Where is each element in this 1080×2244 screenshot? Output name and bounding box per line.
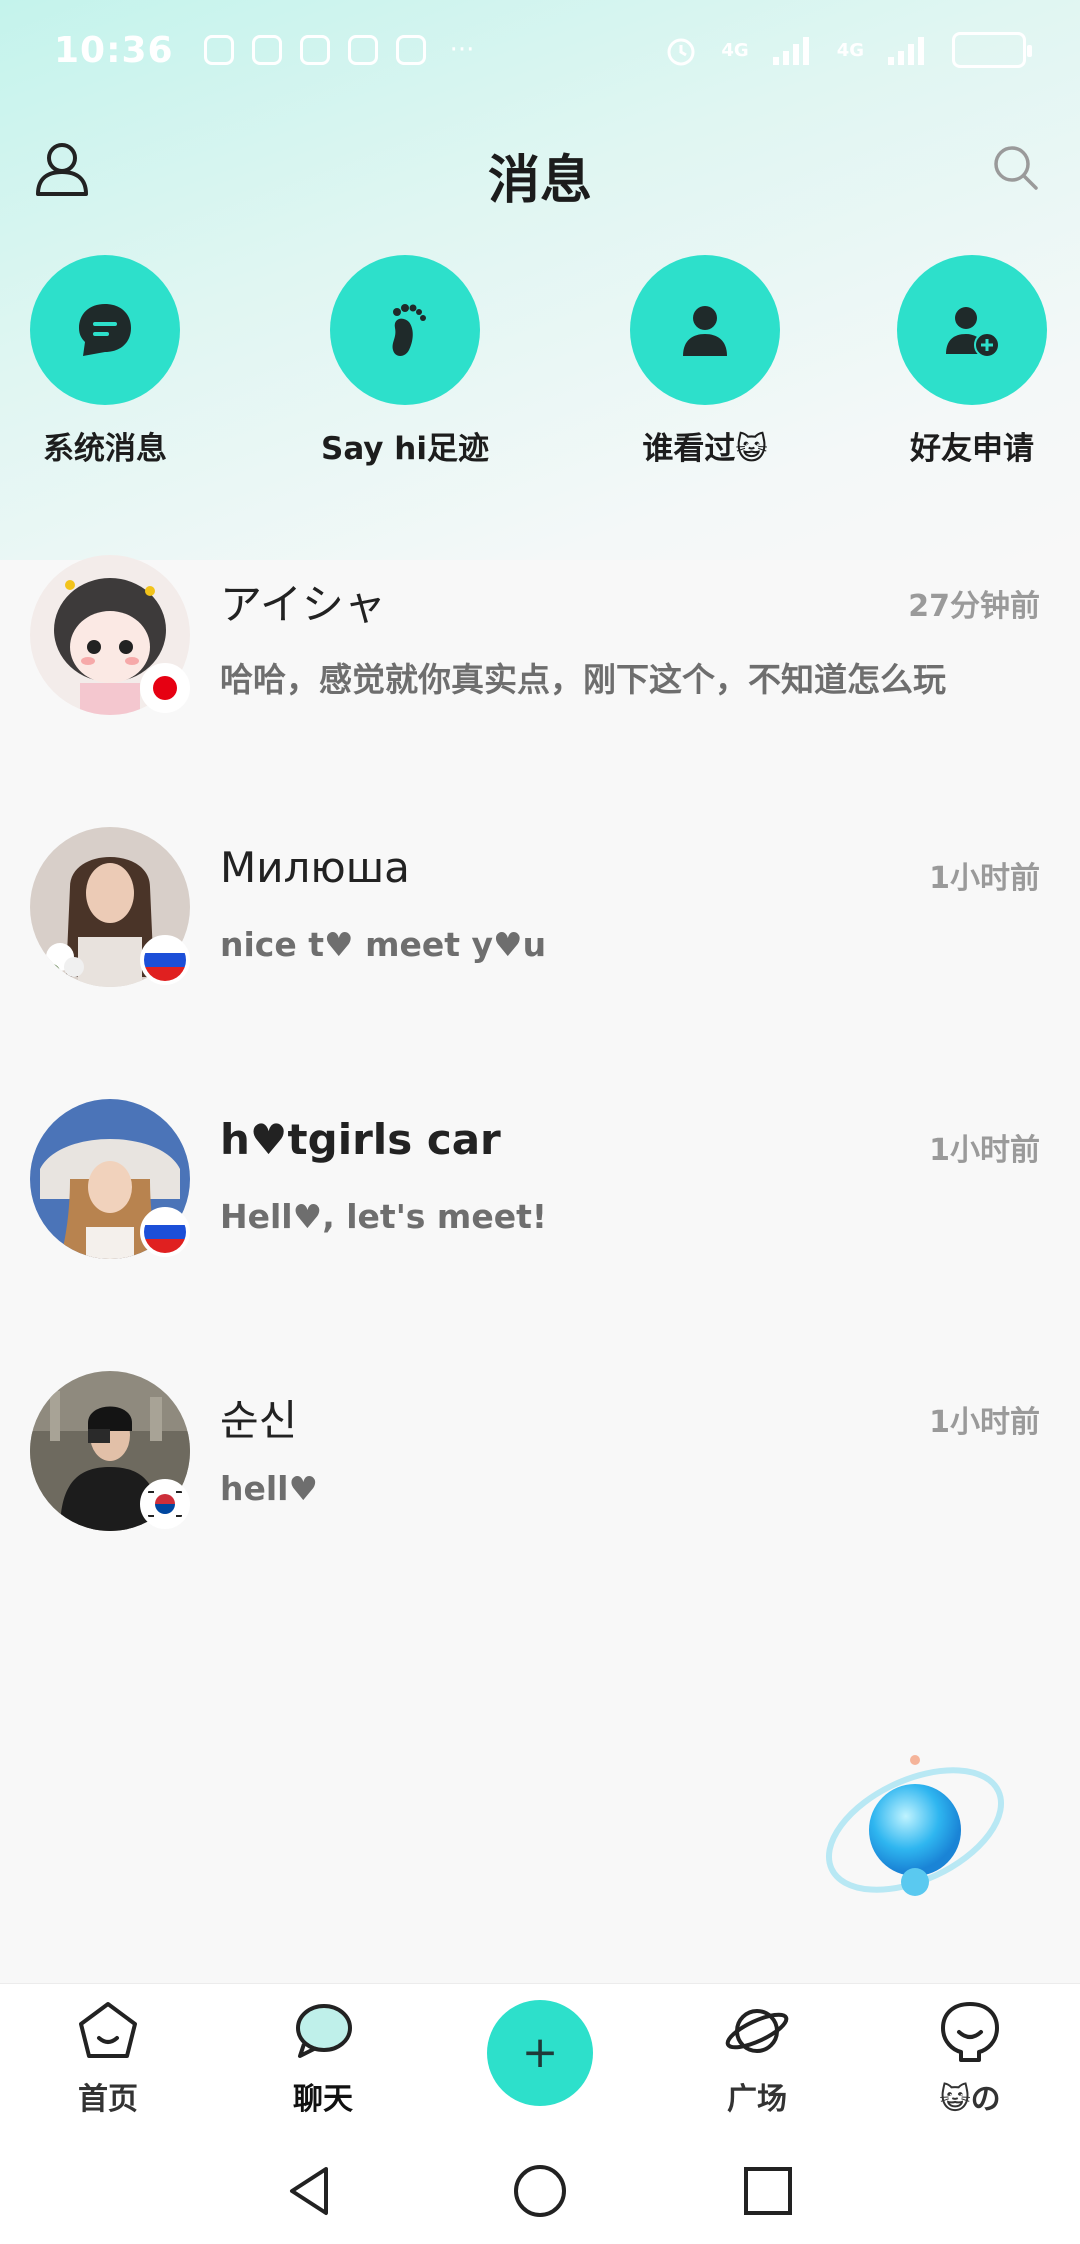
notification-app-icon <box>203 35 234 65</box>
country-flag-korea <box>140 1479 190 1529</box>
alarm-icon <box>667 38 695 66</box>
quick-action-who-viewed[interactable]: 谁看过😺 <box>585 255 825 468</box>
home-icon <box>79 2002 137 2058</box>
status-time: 10:36 <box>54 29 174 71</box>
back-icon[interactable] <box>280 2161 340 2221</box>
quick-action-circle[interactable] <box>630 255 780 405</box>
person-icon <box>683 306 727 356</box>
chat-name: h♥tgirls car <box>220 1115 501 1164</box>
bottom-nav: 首页 聊天 + 广场 😺の <box>0 1983 1080 2131</box>
status-indicators: 4G 4G <box>663 32 1032 68</box>
system-nav-bar <box>0 2131 1080 2244</box>
page-header: 消息 <box>0 120 1080 220</box>
nav-label: 首页 <box>78 2082 138 2117</box>
notification-more: ··· <box>449 35 475 65</box>
battery-icon <box>952 32 1032 68</box>
recents-icon[interactable] <box>738 2161 798 2221</box>
signal-bars-icon <box>772 37 809 65</box>
create-button[interactable]: + <box>487 2000 593 2106</box>
nav-item-me[interactable]: 😺の <box>900 1996 1040 2118</box>
signal-bars-icon <box>888 37 924 65</box>
quick-action-label: 系统消息 <box>43 431 167 467</box>
chat-item[interactable]: 순신 1小时前 hell♥ <box>0 1371 1080 1643</box>
status-bar: 10:36 ··· 4G 4G <box>0 0 1080 100</box>
footprint-icon <box>392 304 426 356</box>
chat-preview: Hell♥, let's meet! <box>220 1197 547 1236</box>
quick-action-say-hi[interactable]: Say hi足迹 <box>285 255 525 468</box>
quick-actions: 系统消息 Say hi足迹 谁看过😺 好友申请 <box>0 255 1080 475</box>
notification-app-icon <box>299 35 330 65</box>
notification-icons: ··· <box>203 35 475 65</box>
nav-label: 聊天 <box>293 2082 353 2117</box>
country-flag-russia <box>140 935 190 985</box>
me-icon <box>941 2002 999 2062</box>
country-flag-russia <box>140 1207 190 1257</box>
quick-action-label: 谁看过😺 <box>642 431 768 467</box>
planet-icon <box>725 2009 789 2053</box>
chat-item[interactable]: アイシャ 27分钟前 哈哈，感觉就你真实点，刚下这个，不知道怎么玩 <box>0 555 1080 827</box>
quick-action-circle[interactable] <box>897 255 1047 405</box>
search-icon[interactable] <box>988 140 1044 196</box>
nav-item-home[interactable]: 首页 <box>38 1996 178 2118</box>
home-circle-icon[interactable] <box>510 2161 570 2221</box>
chat-time: 1小时前 <box>929 861 1040 896</box>
notification-app-icon <box>347 35 378 65</box>
signal-4g-label: 4G <box>721 39 749 61</box>
nav-label: 😺の <box>939 2082 1001 2117</box>
add-friend-icon <box>946 307 1000 358</box>
quick-action-friend-requests[interactable]: 好友申请 <box>852 255 1080 468</box>
chat-list: アイシャ 27分钟前 哈哈，感觉就你真实点，刚下这个，不知道怎么玩 Милюша… <box>0 555 1080 1643</box>
quick-action-label: 好友申请 <box>910 431 1034 467</box>
nav-item-square[interactable]: 广场 <box>687 1996 827 2118</box>
chat-time: 1小时前 <box>929 1405 1040 1440</box>
nav-item-chat[interactable]: 聊天 <box>253 1996 393 2118</box>
chat-preview: hell♥ <box>220 1469 319 1508</box>
page-title: 消息 <box>487 151 592 211</box>
nav-label: 广场 <box>727 2082 787 2117</box>
quick-action-system-messages[interactable]: 系统消息 <box>0 255 225 468</box>
quick-action-label: Say hi足迹 <box>321 431 489 467</box>
notification-app-icon <box>395 35 426 65</box>
quick-action-circle[interactable] <box>30 255 180 405</box>
chat-time: 1小时前 <box>929 1133 1040 1168</box>
chat-item[interactable]: Милюша 1小时前 nice t♥ meet y♥u <box>0 827 1080 1099</box>
chat-preview: 哈哈，感觉就你真实点，刚下这个，不知道怎么玩 <box>220 660 946 699</box>
chat-bubble-icon <box>79 304 131 356</box>
chat-item[interactable]: h♥tgirls car 1小时前 Hell♥, let's meet! <box>0 1099 1080 1371</box>
notification-app-icon <box>251 35 282 65</box>
quick-action-circle[interactable] <box>330 255 480 405</box>
signal-4g-label: 4G <box>836 39 864 61</box>
chat-icon <box>296 2004 352 2058</box>
chat-time: 27分钟前 <box>908 589 1040 624</box>
planet-float-button[interactable] <box>815 1730 1015 1930</box>
country-flag-japan <box>140 663 190 713</box>
chat-name: Милюша <box>220 843 410 892</box>
chat-name: 순신 <box>220 1396 298 1445</box>
chat-name: アイシャ <box>220 580 386 629</box>
chat-preview: nice t♥ meet y♥u <box>220 925 547 964</box>
